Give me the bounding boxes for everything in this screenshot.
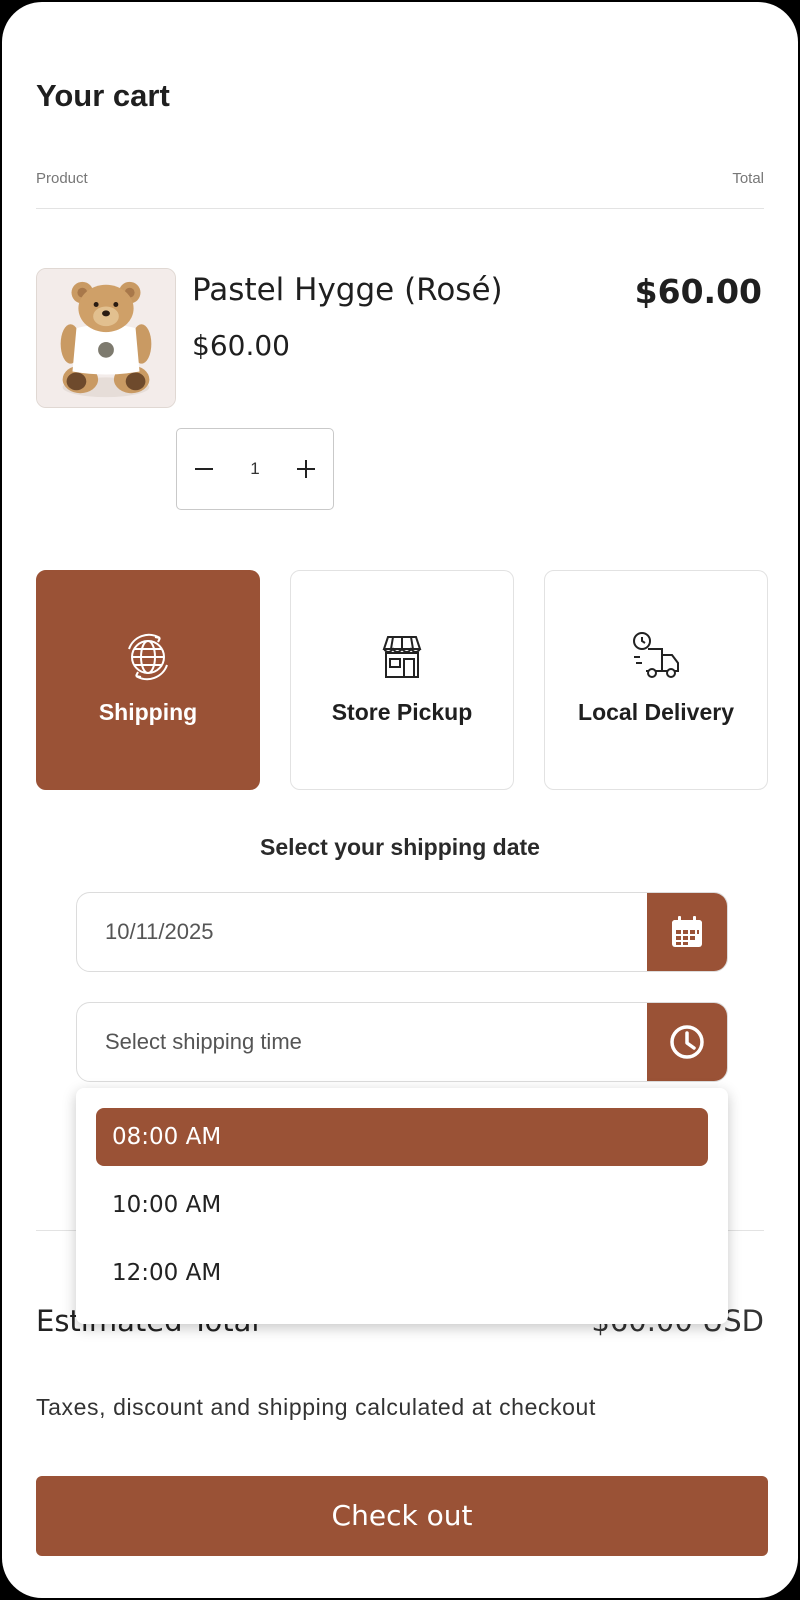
quantity-stepper: 1 [176,428,334,510]
plus-icon [297,460,315,478]
calendar-icon [672,916,702,947]
header-divider [36,208,764,209]
delivery-truck-icon [633,632,679,678]
method-label-store-pickup: Store Pickup [331,699,473,725]
increase-quantity-button[interactable] [279,429,333,509]
product-name[interactable]: Pastel Hygge (Rosé) [192,272,503,308]
store-icon [382,636,422,678]
shipping-time-dropdown: 08:00 AM 10:00 AM 12:00 AM [76,1088,728,1324]
quantity-input[interactable]: 1 [231,459,279,479]
local-delivery-method-option[interactable]: Local Delivery [544,570,768,790]
shipping-time-field[interactable]: Select shipping time [76,1002,728,1082]
shipping-date-field[interactable]: 10/11/2025 [76,892,728,972]
clock-icon [670,1025,704,1059]
method-label-shipping: Shipping [98,699,198,725]
decrease-quantity-button[interactable] [177,429,231,509]
open-calendar-button[interactable] [647,893,727,971]
shipping-date-input[interactable]: 10/11/2025 [105,893,213,971]
minus-icon [195,468,213,470]
store-pickup-method-option[interactable]: Store Pickup [290,570,514,790]
taxes-note: Taxes, discount and shipping calculated … [36,1394,596,1420]
shipping-time-select[interactable]: Select shipping time [105,1003,302,1081]
page-title: Your cart [36,78,170,113]
method-label-local-delivery: Local Delivery [578,699,734,725]
shipping-method-option[interactable]: Shipping [36,570,260,790]
time-option[interactable]: 08:00 AM [96,1108,708,1166]
total-column-header: Total [732,170,764,187]
product-image[interactable] [36,268,176,408]
globe-icon [128,633,168,681]
cart-page: Your cart Product Total Pastel Hygge (Ro… [2,2,798,1598]
line-total: $60.00 [634,272,762,311]
product-column-header: Product [36,170,88,187]
product-unit-price: $60.00 [192,329,290,362]
shipping-date-heading: Select your shipping date [260,834,540,860]
delivery-method-selector: Shipping Store Pickup Local Delivery [36,570,768,790]
teddy-bear-image [37,269,175,407]
time-option[interactable]: 12:00 AM [96,1244,708,1302]
checkout-button[interactable]: Check out [36,1476,768,1556]
time-option[interactable]: 10:00 AM [96,1176,708,1234]
open-time-picker-button[interactable] [647,1003,727,1081]
